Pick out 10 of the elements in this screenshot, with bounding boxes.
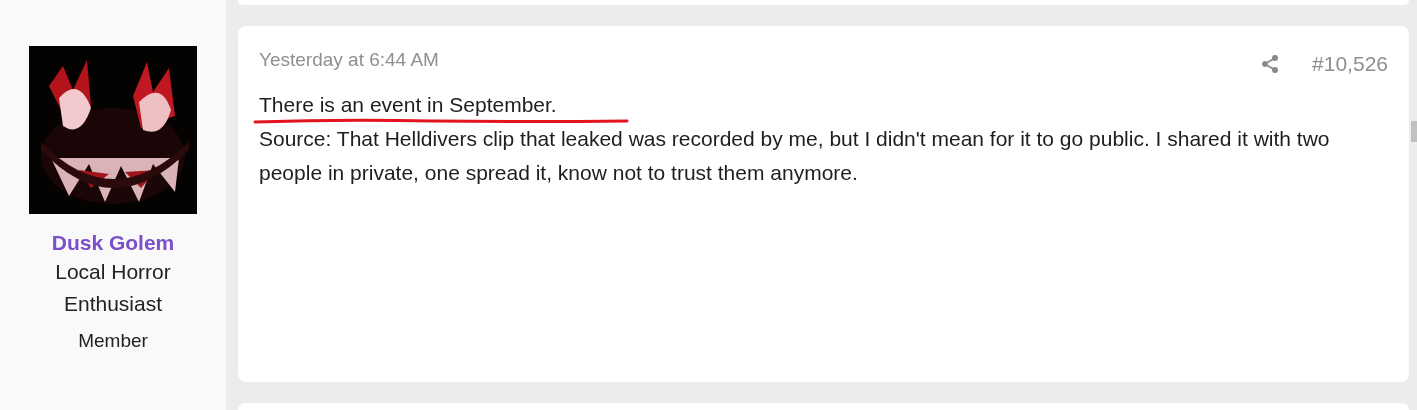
user-role: Member [78, 330, 148, 352]
scrollbar-thumb[interactable] [1411, 121, 1417, 142]
post-number-link[interactable]: #10,526 [1312, 52, 1388, 76]
username-link[interactable]: Dusk Golem [51, 230, 175, 256]
post-time-link[interactable]: Yesterday at 6:44 AM [259, 46, 439, 74]
post-text: Source: That Helldivers clip that leaked was recorded by me, but I didn't mean for it to go public. I shared it with two people in private, one spread it, know not to trust them anymore. [259, 126, 1331, 186]
post-text: There is an event in September. [259, 88, 557, 122]
user-title: Local Horror [55, 259, 171, 285]
share-icon[interactable] [1260, 54, 1281, 74]
user-title: Enthusiast [63, 291, 163, 317]
